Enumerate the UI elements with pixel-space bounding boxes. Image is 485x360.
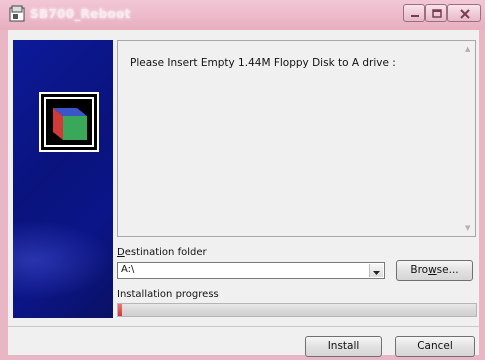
- browse-button[interactable]: Browse...: [396, 260, 473, 281]
- destination-folder-select[interactable]: A:\: [117, 262, 385, 279]
- scroll-up-icon[interactable]: ▲: [465, 45, 470, 53]
- cancel-button[interactable]: Cancel: [395, 336, 475, 357]
- title-bar[interactable]: SB700_Reboot: [0, 0, 485, 30]
- close-icon: [460, 9, 470, 19]
- message-scrollbar[interactable]: ▲ ▼: [463, 41, 475, 236]
- app-icon: [9, 5, 25, 22]
- minimize-button[interactable]: [403, 4, 425, 22]
- destination-folder-value: A:\: [121, 264, 135, 275]
- installer-logo-icon: [39, 92, 99, 152]
- scroll-down-icon[interactable]: ▼: [465, 224, 470, 232]
- side-banner: [13, 40, 113, 318]
- progress-fill: [118, 304, 122, 316]
- destination-folder-label: Destination folder: [117, 247, 207, 258]
- maximize-icon: [432, 9, 442, 18]
- installer-window: SB700_Reboot Please Insert Empty 1.44M F…: [0, 0, 485, 360]
- installation-progress-bar: [117, 303, 477, 317]
- close-button[interactable]: [447, 4, 481, 22]
- installation-progress-label: Installation progress: [117, 289, 219, 300]
- install-button[interactable]: Install: [305, 336, 382, 357]
- separator: [8, 326, 479, 327]
- message-panel: Please Insert Empty 1.44M Floppy Disk to…: [117, 40, 476, 237]
- chevron-down-icon: [373, 271, 380, 275]
- maximize-button[interactable]: [425, 4, 447, 22]
- banner-glow: [13, 220, 113, 300]
- minimize-icon: [411, 15, 419, 17]
- message-text: Please Insert Empty 1.44M Floppy Disk to…: [130, 57, 396, 69]
- window-title: SB700_Reboot: [30, 7, 131, 21]
- dropdown-button[interactable]: [369, 264, 383, 277]
